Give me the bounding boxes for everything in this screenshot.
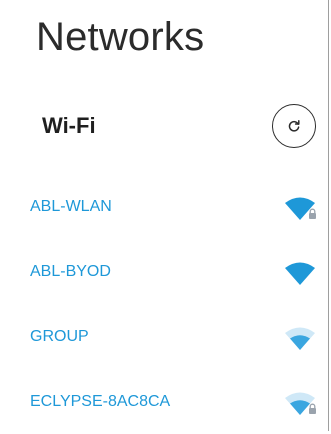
network-name: GROUP	[30, 328, 89, 345]
network-item-abl-byod[interactable]: ABL-BYOD	[0, 239, 328, 304]
panel-divider	[328, 0, 329, 431]
network-item-abl-wlan[interactable]: ABL-WLAN	[0, 174, 328, 239]
network-name: ECLYPSE-8AC8CA	[30, 393, 171, 410]
wifi-icon	[285, 262, 315, 285]
network-name: ABL-WLAN	[30, 198, 112, 215]
page-title: Networks	[36, 15, 205, 59]
wifi-locked-icon	[285, 392, 317, 415]
wifi-section-title: Wi-Fi	[42, 113, 96, 138]
refresh-icon	[288, 120, 300, 132]
networks-panel: Networks Wi-Fi ABL-WLAN ABL-BYOD GROUP E…	[0, 0, 328, 431]
refresh-button[interactable]	[272, 104, 316, 148]
network-item-group[interactable]: GROUP	[0, 304, 328, 369]
network-name: ABL-BYOD	[30, 263, 111, 280]
wifi-locked-icon	[285, 197, 317, 220]
network-item-eclypse-8ac8ca[interactable]: ECLYPSE-8AC8CA	[0, 369, 328, 434]
wifi-icon	[285, 327, 315, 350]
network-list: ABL-WLAN ABL-BYOD GROUP ECLYPSE-8AC8CA	[0, 174, 328, 434]
